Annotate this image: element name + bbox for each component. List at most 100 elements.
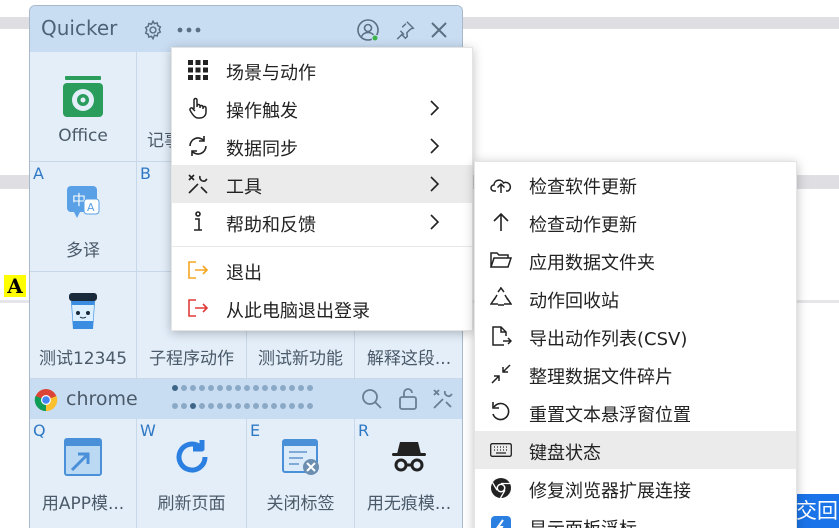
cell-label: 子程序动作	[149, 349, 234, 369]
context-label: chrome	[66, 388, 138, 410]
page-dot[interactable]	[271, 403, 277, 409]
page-dot[interactable]	[172, 403, 178, 409]
hotkey-label: R	[358, 421, 370, 440]
menu-item-label: 数据同步	[226, 139, 298, 160]
menu-item-export-csv[interactable]: 导出动作列表(CSV)	[475, 317, 796, 355]
chevron-right-icon	[430, 100, 440, 116]
action-office[interactable]: Office	[30, 52, 137, 162]
menu-item-keyboard-state[interactable]: 键盘状态	[475, 431, 796, 469]
menu-item-label: 退出	[226, 263, 262, 284]
menu-item-tools[interactable]: 工具	[172, 165, 472, 203]
cell-label: 关闭标签	[266, 494, 335, 514]
background-a-badge: A	[4, 275, 26, 297]
chevron-right-icon	[430, 214, 440, 230]
page-dot[interactable]	[181, 385, 187, 391]
page-dot[interactable]	[172, 385, 178, 391]
user-icon[interactable]	[355, 17, 381, 43]
page-dot[interactable]	[244, 385, 250, 391]
page-dot[interactable]	[226, 403, 232, 409]
menu-item-logout[interactable]: 从此电脑退出登录	[172, 289, 472, 327]
exit-icon	[186, 258, 210, 282]
action-app-mode[interactable]: Q 用APP模...	[30, 419, 137, 528]
page-dot[interactable]	[244, 403, 250, 409]
background-button[interactable]: 交回	[790, 494, 839, 528]
grid-icon	[186, 58, 210, 82]
page-dot[interactable]	[199, 403, 205, 409]
page-dot[interactable]	[298, 385, 304, 391]
gear-icon[interactable]	[140, 17, 166, 43]
close-icon[interactable]	[426, 17, 452, 43]
menu-item-label: 检查动作更新	[529, 215, 637, 236]
page-dot[interactable]	[190, 403, 196, 409]
action-refresh[interactable]: W 刷新页面	[137, 419, 247, 528]
action-incognito[interactable]: R 用无痕模...	[355, 419, 462, 528]
menu-item-help[interactable]: 帮助和反馈	[172, 203, 472, 241]
lock-icon[interactable]	[397, 387, 419, 415]
page-dot[interactable]	[298, 403, 304, 409]
keyboard-icon	[489, 438, 513, 462]
cell-label: 用无痕模...	[366, 494, 452, 514]
action-close-tab[interactable]: E 关闭标签	[247, 419, 355, 528]
menu-item-check-software-update[interactable]: 检查软件更新	[475, 165, 796, 203]
arrow-up-icon	[489, 210, 513, 234]
menu-item-repair-extension[interactable]: 修复浏览器扩展连接	[475, 469, 796, 507]
page-dot[interactable]	[262, 385, 268, 391]
action-translate[interactable]: A 中A 多译	[30, 162, 137, 272]
page-dot[interactable]	[226, 385, 232, 391]
page-dot[interactable]	[235, 385, 241, 391]
menu-item-sync[interactable]: 数据同步	[172, 127, 472, 165]
menu-item-panel-float[interactable]: 显示面板浮标	[475, 507, 796, 528]
menu-item-recycle-bin[interactable]: 动作回收站	[475, 279, 796, 317]
page-dot[interactable]	[217, 385, 223, 391]
menu-item-scenes[interactable]: 场景与动作	[172, 51, 472, 89]
hotkey-label: Q	[33, 421, 46, 440]
page-dot[interactable]	[280, 403, 286, 409]
page-dots-top[interactable]	[172, 385, 322, 393]
cloud-upload-icon	[489, 172, 513, 196]
page-dot[interactable]	[217, 403, 223, 409]
page-dot[interactable]	[199, 385, 205, 391]
page-dot[interactable]	[307, 403, 313, 409]
more-icon[interactable]	[176, 17, 202, 43]
menu-item-defrag[interactable]: 整理数据文件碎片	[475, 355, 796, 393]
tools-icon[interactable]	[431, 387, 455, 415]
app-mode-icon	[61, 435, 105, 479]
page-dot[interactable]	[208, 403, 214, 409]
menu-item-label: 显示面板浮标	[529, 515, 637, 528]
menu-item-reset-float[interactable]: 重置文本悬浮窗位置	[475, 393, 796, 431]
chrome-icon	[34, 388, 58, 412]
tools-icon	[186, 172, 210, 196]
main-menu: 场景与动作 操作触发 数据同步 工具 帮助和反馈 退出 从此电脑退出登录	[171, 47, 473, 331]
panel-title: Quicker	[41, 16, 118, 40]
recycle-icon	[489, 286, 513, 310]
page-dot[interactable]	[262, 403, 268, 409]
translate-icon: 中A	[63, 182, 103, 222]
page-dots-bottom[interactable]	[172, 403, 322, 411]
pin-icon[interactable]	[392, 17, 418, 43]
page-dot[interactable]	[208, 385, 214, 391]
page-dot[interactable]	[253, 385, 259, 391]
page-dot[interactable]	[235, 403, 241, 409]
action-test12345[interactable]: 测试12345	[30, 272, 137, 379]
page-dot[interactable]	[190, 385, 196, 391]
page-dot[interactable]	[280, 385, 286, 391]
menu-item-exit[interactable]: 退出	[172, 251, 472, 289]
page-dot[interactable]	[289, 385, 295, 391]
page-dot[interactable]	[289, 403, 295, 409]
menu-item-label: 重置文本悬浮窗位置	[529, 405, 691, 426]
page-dot[interactable]	[253, 403, 259, 409]
hotkey-label: E	[250, 421, 261, 440]
menu-item-label: 从此电脑退出登录	[226, 301, 370, 322]
cell-label: 测试12345	[38, 349, 128, 369]
menu-item-app-data-folder[interactable]: 应用数据文件夹	[475, 241, 796, 279]
page-dot[interactable]	[307, 385, 313, 391]
reset-icon	[489, 400, 513, 424]
search-icon[interactable]	[360, 387, 384, 415]
menu-item-label: 键盘状态	[529, 443, 601, 464]
menu-item-triggers[interactable]: 操作触发	[172, 89, 472, 127]
folder-open-icon	[489, 248, 513, 272]
menu-item-check-action-update[interactable]: 检查动作更新	[475, 203, 796, 241]
page-dot[interactable]	[271, 385, 277, 391]
page-dot[interactable]	[181, 403, 187, 409]
cell-label: Office	[58, 126, 108, 146]
